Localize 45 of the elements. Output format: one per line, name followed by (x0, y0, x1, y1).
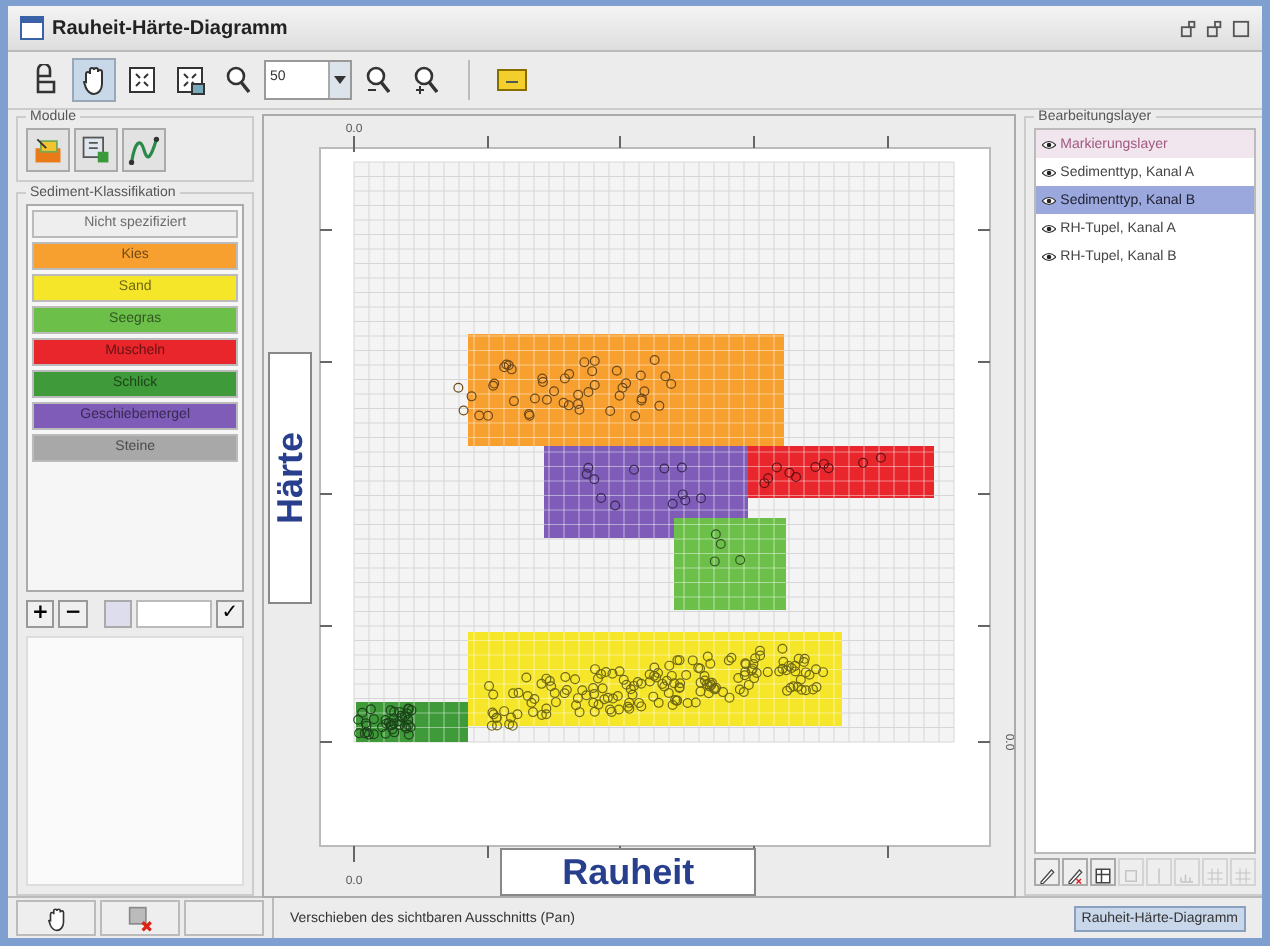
grid-icon (1234, 866, 1253, 886)
pan-button[interactable] (72, 58, 116, 102)
caret-icon (334, 76, 346, 84)
table-button[interactable] (1090, 858, 1117, 886)
table-icon (80, 134, 112, 166)
search-icon (222, 64, 254, 96)
layers-icon (32, 134, 64, 166)
fit-icon (126, 64, 158, 96)
point-cluster (710, 529, 746, 567)
restore-icon[interactable] (1206, 19, 1224, 37)
confirm-button[interactable]: ✓ (215, 600, 245, 628)
input-field[interactable] (135, 600, 212, 628)
eye-icon[interactable] (1042, 139, 1057, 149)
restore-icon[interactable] (1180, 19, 1198, 37)
maximize-icon[interactable] (1232, 19, 1250, 37)
eye-icon[interactable] (1042, 167, 1057, 177)
add-button[interactable]: + (26, 600, 55, 628)
hand-icon (43, 905, 69, 931)
window-icon (20, 16, 44, 40)
fit-selection-icon (174, 64, 206, 96)
point-cluster (759, 452, 887, 489)
y-axis-label: Härte (268, 352, 313, 604)
point-cluster (353, 703, 417, 740)
grid-icon (1206, 866, 1225, 886)
pencil-delete-button[interactable] (1062, 858, 1089, 886)
point-cluster (582, 462, 707, 511)
curve-icon (128, 134, 160, 166)
table-icon (1094, 866, 1113, 886)
delete-icon (127, 905, 153, 931)
x-axis-label: Rauheit (500, 848, 757, 896)
zoom-in-icon (410, 64, 442, 96)
window-title: Rauheit-Härte-Diagramm (52, 17, 288, 39)
pan-button[interactable] (16, 900, 96, 936)
remove-button[interactable]: − (58, 600, 88, 628)
eye-icon[interactable] (1042, 251, 1057, 261)
pencil-button[interactable] (1034, 858, 1061, 886)
zoom-out-icon (362, 64, 394, 96)
eye-icon[interactable] (1042, 223, 1057, 233)
select-module-button[interactable] (74, 128, 118, 172)
eye-icon[interactable] (1042, 195, 1057, 205)
pencil-delete-icon (1066, 866, 1085, 886)
marker-icon (496, 64, 528, 96)
pencil-icon (1038, 866, 1057, 886)
curve-module-button[interactable] (122, 128, 166, 172)
square-icon (1122, 866, 1141, 886)
